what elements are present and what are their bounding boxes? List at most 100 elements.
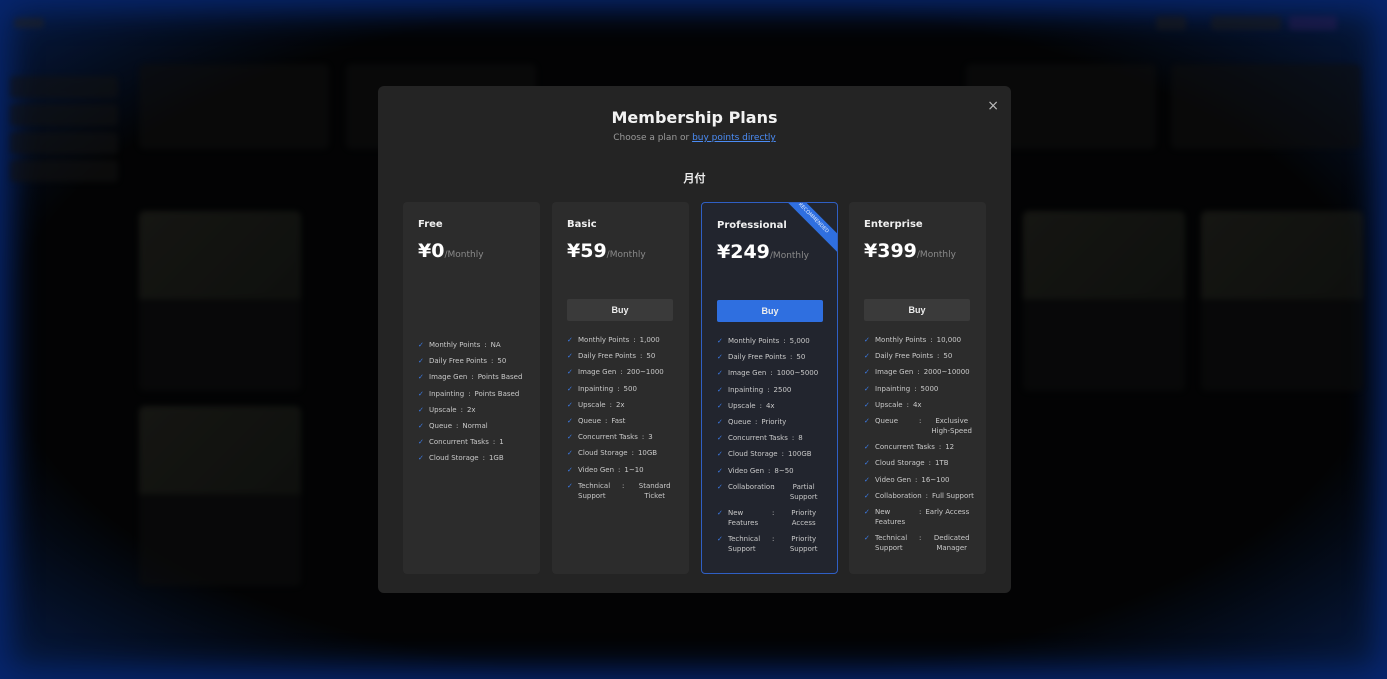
feature-item: ✓ Video Gen:16~100 (864, 475, 950, 484)
check-icon: ✓ (864, 368, 870, 377)
feature-value: 2x (466, 405, 476, 414)
check-icon: ✓ (418, 373, 424, 382)
feature-value: 16~100 (921, 475, 950, 484)
modal-title: Membership Plans (611, 108, 778, 127)
check-icon: ✓ (418, 421, 424, 430)
feature-label: Technical Support (578, 481, 611, 500)
feature-label: Cloud Storage (875, 459, 925, 468)
check-icon: ✓ (567, 433, 573, 442)
feature-item: ✓ Monthly Points:1,000 (567, 336, 660, 344)
feature-item: ✓ Monthly Points:10,000 (864, 336, 962, 344)
feature-value: Priority Support (789, 535, 818, 554)
buy-points-link[interactable]: buy points directly (692, 133, 776, 143)
modal-subtitle: Choose a plan or buy points directly (378, 133, 1011, 143)
feature-item: ✓ Inpainting:2500 (717, 385, 792, 394)
plan-card-basic: Basic ¥59/Monthly Buy ✓ Monthly Points:1,… (552, 202, 689, 574)
check-icon: ✓ (717, 535, 723, 544)
feature-value: 50 (646, 352, 656, 361)
feature-item: ✓ Video Gen:1~10 (567, 465, 644, 474)
feature-label: Queue (429, 421, 452, 430)
feature-value: 10GB (637, 449, 658, 458)
plan-card-enterprise: Enterprise ¥399/Monthly Buy ✓ Monthly Poi… (849, 202, 986, 574)
feature-value: 1000~5000 (776, 369, 819, 378)
check-icon: ✓ (567, 449, 573, 458)
feature-label: Upscale (875, 400, 903, 409)
check-icon: ✓ (717, 401, 723, 410)
feature-value: Partial Support (789, 482, 818, 501)
feature-value: Exclusive High-Speed (931, 416, 972, 435)
feature-item: ✓ Video Gen:8~50 (717, 466, 794, 475)
feature-item: ✓ Inpainting:500 (567, 384, 637, 393)
feature-item: ✓ Queue: Priority (717, 417, 787, 426)
check-icon: ✓ (717, 385, 723, 394)
feature-item: ✓ Technical Support: Dedicated Manager (864, 533, 978, 553)
feature-value: Priority Access (791, 508, 817, 527)
check-icon: ✓ (717, 417, 723, 426)
feature-label: Monthly Points (429, 341, 481, 349)
feature-label: Upscale (578, 400, 606, 409)
feature-label: Queue (578, 416, 601, 425)
check-icon: ✓ (567, 368, 573, 377)
feature-item: ✓ Monthly Points:5,000 (717, 337, 810, 345)
plan-name: Free (418, 219, 443, 230)
buy-professional-button[interactable]: Buy (717, 300, 823, 322)
check-icon: ✓ (567, 336, 573, 344)
feature-label: Inpainting (429, 389, 465, 398)
check-icon: ✓ (864, 384, 870, 393)
feature-label: Collaboration (728, 482, 775, 491)
feature-value: 1 (499, 438, 504, 447)
feature-value: 500 (623, 384, 637, 393)
plan-price: ¥59/Monthly (567, 240, 646, 262)
feature-value: 10,000 (936, 336, 962, 344)
feature-value: Full Support (932, 491, 974, 500)
feature-list: ✓ Monthly Points:1,000 ✓ Daily Free Points:… (567, 335, 681, 507)
feature-label: Concurrent Tasks (875, 443, 935, 452)
feature-item: ✓ Technical Support: Standard Ticket (567, 481, 681, 501)
check-icon: ✓ (864, 416, 870, 425)
feature-item: ✓ Inpainting: Points Based (418, 389, 520, 398)
feature-item: ✓ Image Gen: Points Based (418, 373, 523, 382)
feature-item: ✓ Collaboration: Partial Support (717, 482, 829, 502)
feature-item: ✓ Image Gen:200~1000 (567, 368, 664, 377)
feature-value: 1,000 (639, 336, 660, 344)
feature-label: Monthly Points (875, 336, 927, 344)
feature-label: Daily Free Points (578, 352, 637, 361)
feature-value: 3 (648, 433, 653, 442)
feature-item: ✓ New Features: Priority Access (717, 508, 829, 528)
plan-card-free: Free ¥0/Monthly ✓ Monthly Points: NA ✓ Daily… (403, 202, 540, 574)
feature-label: Video Gen (875, 475, 912, 484)
feature-label: Queue (875, 416, 898, 425)
check-icon: ✓ (864, 475, 870, 484)
plan-price: ¥0/Monthly (418, 240, 484, 262)
feature-value: 8 (798, 434, 803, 443)
check-icon: ✓ (717, 369, 723, 378)
membership-modal: × Membership Plans Choose a plan or buy … (378, 86, 1011, 593)
feature-label: Upscale (728, 401, 756, 410)
feature-label: Technical Support (728, 535, 761, 554)
check-icon: ✓ (418, 405, 424, 414)
feature-item: ✓ Daily Free Points:50 (717, 353, 806, 362)
buy-basic-button[interactable]: Buy (567, 299, 673, 321)
check-icon: ✓ (717, 508, 723, 517)
feature-label: New Features (728, 508, 759, 527)
plan-price: ¥399/Monthly (864, 240, 956, 262)
feature-item: ✓ Queue: Normal (418, 421, 488, 430)
feature-list: ✓ Monthly Points:5,000 ✓ Daily Free Points:… (717, 336, 829, 560)
feature-label: Collaboration (875, 491, 922, 500)
price-unit: /Monthly (769, 251, 809, 261)
feature-item: ✓ Image Gen:2000~10000 (864, 368, 970, 377)
subtitle-text: Choose a plan or (613, 133, 693, 143)
feature-item: ✓ Upscale:2x (418, 405, 476, 414)
check-icon: ✓ (567, 400, 573, 409)
plan-name: Enterprise (864, 219, 923, 230)
feature-label: Cloud Storage (578, 449, 628, 458)
plan-card-professional: RECOMMENDED Professional ¥249/Monthly Bu… (701, 202, 838, 574)
feature-item: ✓ Concurrent Tasks:3 (567, 433, 653, 442)
feature-item: ✓ New Features: Early Access (864, 507, 970, 526)
feature-label: Concurrent Tasks (728, 434, 788, 443)
feature-value: Normal (462, 421, 488, 430)
buy-enterprise-button[interactable]: Buy (864, 299, 970, 321)
feature-label: Inpainting (728, 385, 764, 394)
price-unit: /Monthly (916, 250, 956, 260)
plan-name: Basic (567, 219, 597, 230)
